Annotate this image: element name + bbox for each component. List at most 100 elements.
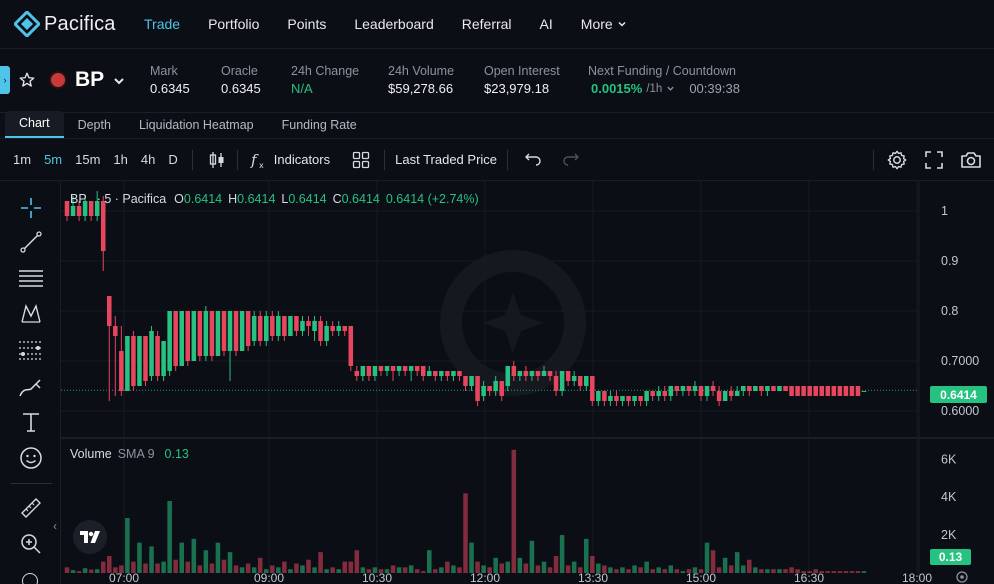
volume-bars <box>64 449 867 573</box>
candle-body <box>795 386 800 396</box>
layout-grid-icon[interactable] <box>352 151 370 169</box>
volume-bar <box>583 538 589 573</box>
tab-chart[interactable]: Chart <box>5 111 64 138</box>
candle-body <box>541 371 547 376</box>
timeframe-4h[interactable]: 4h <box>141 152 155 167</box>
candle-body <box>300 321 305 331</box>
volume-bar <box>233 565 239 573</box>
brush-tool[interactable] <box>18 375 44 401</box>
nav-referral[interactable]: Referral <box>462 16 512 32</box>
pattern-tool[interactable] <box>18 301 44 327</box>
candle-body <box>270 316 275 336</box>
trend-line-icon <box>20 231 42 253</box>
collapse-arrow-icon[interactable]: ‹ <box>53 519 57 533</box>
timeframe-d[interactable]: D <box>168 152 177 167</box>
logo[interactable]: Pacifica <box>14 11 144 37</box>
zoom-tool[interactable] <box>18 531 44 557</box>
trend-line-tool[interactable] <box>18 229 44 255</box>
volume-bar <box>439 567 444 573</box>
axis-settings-icon[interactable] <box>955 570 969 584</box>
function-icon: fx <box>250 151 264 170</box>
nav-more-button[interactable]: More <box>581 16 627 32</box>
volume-bar <box>734 552 740 573</box>
candle-body <box>777 386 782 391</box>
emoji-tool[interactable] <box>18 445 44 471</box>
candle-body <box>523 371 529 376</box>
nav-leaderboard[interactable]: Leaderboard <box>354 16 433 32</box>
candle-body <box>451 371 456 376</box>
legend-low: 0.6414 <box>288 192 327 206</box>
last-price-tag: 0.6414 <box>930 386 987 403</box>
redo-icon[interactable] <box>562 151 580 169</box>
candle-body <box>801 386 806 396</box>
pattern-icon <box>21 303 41 323</box>
crosshair-tool[interactable] <box>18 195 44 221</box>
funding-stat: Next Funding / Countdown 0.0015% /1h 00:… <box>588 64 740 96</box>
timeframe-1m[interactable]: 1m <box>13 152 31 167</box>
favorite-star-icon[interactable] <box>18 71 36 89</box>
candle-body <box>511 366 517 376</box>
price-chart[interactable]: 1 0.9 0.8 0.7000 0.6000 6K 4K 2K 07:00 09:00 10:30… <box>61 181 994 584</box>
candle-body <box>131 336 136 386</box>
candle-body <box>427 371 432 376</box>
measure-tool[interactable] <box>18 495 44 521</box>
expand-sidebar-button[interactable]: › <box>0 66 10 94</box>
magnet-icon[interactable] <box>22 573 38 584</box>
candlestick-type-icon[interactable] <box>207 150 227 170</box>
indicators-button[interactable]: fx Indicators <box>248 150 330 170</box>
volume-bar <box>203 550 209 573</box>
fullscreen-icon[interactable] <box>924 150 944 170</box>
candle-body <box>463 376 468 386</box>
funding-interval-select[interactable]: /1h <box>646 83 662 95</box>
candle-body <box>529 371 535 376</box>
candle-body <box>119 351 124 391</box>
nav-points[interactable]: Points <box>287 16 326 32</box>
nav-ai[interactable]: AI <box>540 16 553 32</box>
candle-body <box>620 396 625 401</box>
volume-bar <box>463 493 468 573</box>
tab-liquidation-heatmap[interactable]: Liquidation Heatmap <box>125 118 268 138</box>
time-axis-label: 18:00 <box>902 571 932 584</box>
fib-tool[interactable] <box>18 337 44 363</box>
timeframe-1h[interactable]: 1h <box>113 152 127 167</box>
funding-rate: 0.0015% <box>591 81 643 96</box>
crosshair-icon <box>21 198 41 218</box>
horizontal-lines-tool[interactable] <box>18 265 44 291</box>
undo-icon[interactable] <box>524 151 542 169</box>
volume-bar <box>396 567 402 573</box>
chevron-down-icon[interactable] <box>666 84 675 93</box>
legend-exchange: Pacifica <box>122 192 167 206</box>
ohlc-legend: BP · 5 · Pacifica O 0.6414 H 0.6414 L 0.641… <box>70 192 479 206</box>
volume-bar <box>662 569 668 573</box>
price-source-button[interactable]: Last Traded Price <box>395 152 497 167</box>
chevron-down-icon[interactable] <box>112 74 126 88</box>
timeframe-15m[interactable]: 15m <box>75 152 100 167</box>
top-nav: Pacifica Trade Portfolio Points Leaderbo… <box>0 0 994 49</box>
volume-bar <box>614 569 619 573</box>
volume-bar <box>710 550 716 573</box>
text-tool[interactable] <box>18 409 44 435</box>
camera-icon[interactable] <box>960 150 982 170</box>
ticker-bar: › BP Mark 0.6345 Oracle 0.6345 24h Chang… <box>0 49 994 113</box>
nav-portfolio[interactable]: Portfolio <box>208 16 259 32</box>
tab-funding-rate[interactable]: Funding Rate <box>268 118 371 138</box>
market-symbol[interactable]: BP <box>75 68 104 92</box>
open-interest-value: $23,979.18 <box>484 81 550 96</box>
volume-stat: 24h Volume $59,278.66 <box>388 64 454 96</box>
chevron-down-icon <box>618 21 626 27</box>
candle-body <box>324 326 329 341</box>
candle-body <box>632 396 637 401</box>
price-axis-label: 0.8 <box>941 304 958 318</box>
volume-bar <box>348 561 354 573</box>
time-axis-label: 07:00 <box>109 571 139 584</box>
tab-depth[interactable]: Depth <box>64 118 125 138</box>
time-axis-label: 13:30 <box>578 571 608 584</box>
settings-gear-icon[interactable] <box>886 149 908 171</box>
candle-body <box>143 336 148 381</box>
timeframe-5m[interactable]: 5m <box>44 152 62 167</box>
nav-trade[interactable]: Trade <box>144 16 180 32</box>
volume-bar <box>457 567 462 573</box>
candle-body <box>740 386 746 391</box>
legend-symbol: BP <box>70 192 87 206</box>
tradingview-logo-icon[interactable] <box>73 520 107 554</box>
